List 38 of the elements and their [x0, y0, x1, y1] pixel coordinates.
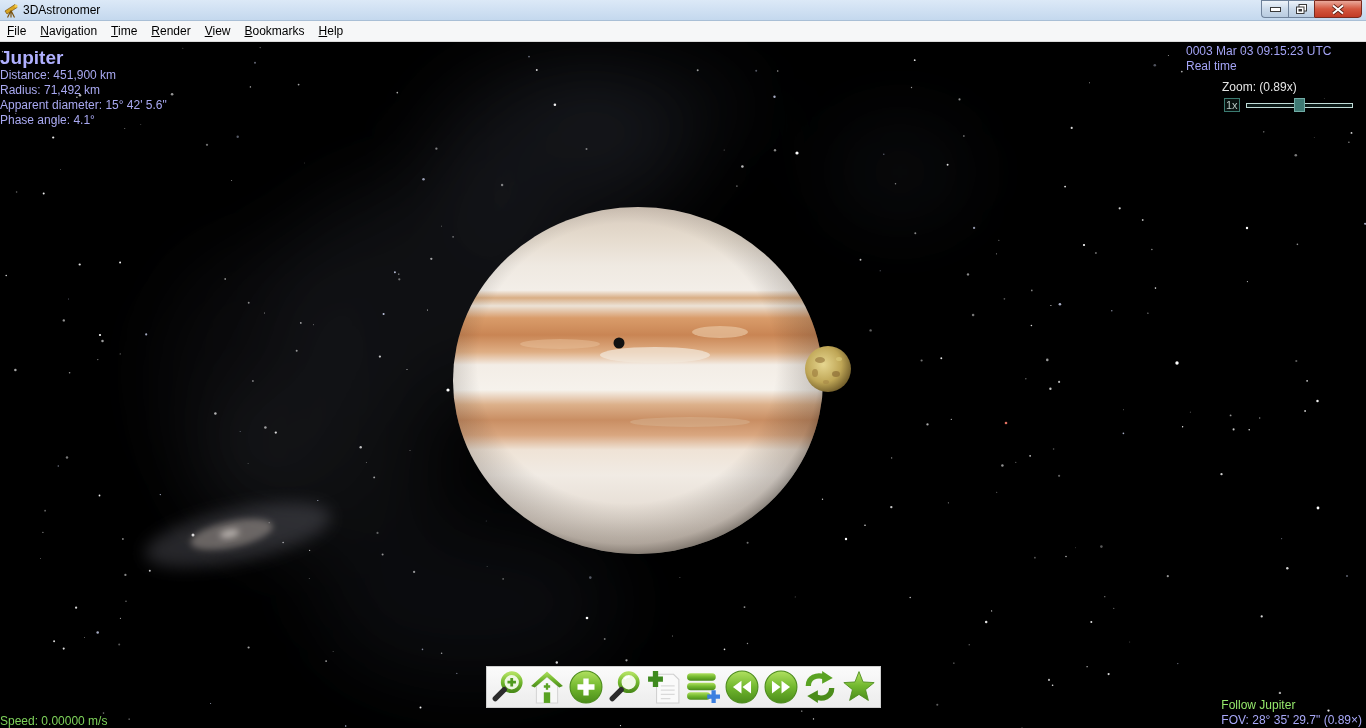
time-rate-text: Real time [1186, 59, 1237, 74]
menu-item[interactable]: View [197, 22, 238, 40]
zoom-reset-button[interactable]: 1x [1224, 98, 1240, 112]
close-button[interactable] [1314, 0, 1362, 18]
object-detail-text: Distance: 451,900 km [0, 68, 117, 83]
search-icon[interactable] [607, 670, 642, 704]
star-icon[interactable] [841, 670, 876, 704]
menu-item[interactable]: Help [311, 22, 351, 40]
menu-item[interactable]: Time [104, 22, 145, 40]
object-detail-text: Phase angle: 4.1° [0, 113, 95, 128]
object-detail-text: Radius: 71,492 km [0, 83, 101, 98]
follow-status-text: Follow Jupiter [1221, 698, 1296, 713]
plus-circle-icon[interactable] [568, 670, 603, 704]
zoom-label: Zoom: (0.89x) [1222, 80, 1297, 95]
zoom-in-icon[interactable] [490, 670, 525, 704]
zoom-slider[interactable] [1245, 98, 1353, 112]
restore-button[interactable] [1288, 0, 1314, 18]
moon-drawing [805, 346, 851, 392]
date-time-text: 0003 Mar 03 09:15:23 UTC [1186, 44, 1332, 59]
menu-item[interactable]: Render [144, 22, 198, 40]
list-plus-icon[interactable] [685, 670, 720, 704]
restore-icon [1296, 4, 1307, 14]
menu-item[interactable]: Navigation [33, 22, 105, 40]
minimize-icon [1269, 6, 1281, 12]
close-icon [1331, 3, 1345, 15]
window-title: 3DAstronomer [23, 2, 101, 19]
telescope-icon [3, 2, 19, 18]
fov-text: FOV: 28° 35' 29.7" (0.89×) [1221, 713, 1362, 728]
menu-item[interactable]: Bookmarks [237, 22, 312, 40]
rewind-icon[interactable] [724, 670, 759, 704]
minimize-button[interactable] [1261, 0, 1288, 18]
menu-item[interactable]: File [0, 22, 34, 40]
document-plus-icon[interactable] [646, 670, 681, 704]
fast-forward-icon[interactable] [763, 670, 798, 704]
speed-text: Speed: 0.00000 m/s [0, 714, 108, 728]
object-name: Jupiter [0, 47, 64, 68]
object-detail-text: Apparent diameter: 15° 42' 5.6" [0, 98, 167, 113]
slider-thumb[interactable] [1293, 98, 1305, 112]
